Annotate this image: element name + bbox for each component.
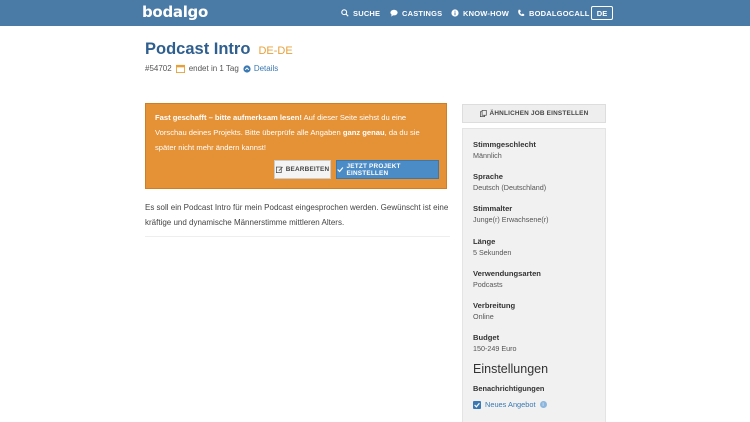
nav-castings-label: CASTINGS: [402, 8, 443, 18]
settings-heading: Einstellungen: [473, 362, 549, 376]
details-link-label: Details: [253, 64, 279, 73]
calendar-icon: [175, 64, 185, 73]
content-divider: [145, 236, 450, 237]
new-offer-label: Neues Angebot: [485, 400, 536, 409]
phone-icon: [518, 9, 525, 16]
details-link[interactable]: Details: [243, 64, 278, 73]
nav-search-label: SUCHE: [353, 8, 381, 18]
field-value-distribution: Online: [473, 312, 494, 321]
check-icon: [337, 167, 344, 173]
job-ends: endet in 1 Tag: [188, 64, 239, 73]
page-title: Podcast Intro: [145, 40, 251, 58]
field-label-budget: Budget: [473, 333, 500, 342]
field-label-voice-gender: Stimmgeschlecht: [473, 140, 536, 149]
field-label-usage: Verwendungsarten: [473, 269, 541, 278]
field-value-voice-gender: Männlich: [473, 151, 502, 160]
bodalgo-logo[interactable]: bodalgo: [142, 3, 208, 21]
submit-project-button[interactable]: JETZT PROJEKT EINSTELLEN: [336, 160, 439, 179]
nav-bodalgocall[interactable]: BODALGOCALL: [517, 0, 590, 26]
nav-know-how[interactable]: KNOW-HOW: [451, 0, 509, 26]
notifications-label: Benachrichtigungen: [473, 384, 545, 393]
field-value-budget: 150-249 Euro: [473, 344, 517, 353]
nav-castings[interactable]: CASTINGS: [390, 0, 442, 26]
info-icon[interactable]: i: [539, 401, 547, 408]
submit-project-label: JETZT PROJEKT EINSTELLEN: [346, 162, 401, 177]
edit-button[interactable]: BEARBEITEN: [274, 160, 331, 179]
language-selector[interactable]: DE: [591, 6, 613, 20]
language-code: DE-DE: [258, 45, 293, 57]
alert-strong-intro: Fast geschafft – bitte aufmerksam lesen!: [155, 113, 302, 122]
copy-icon: [479, 110, 487, 117]
alert-strong-emphasis: ganz genau: [342, 128, 385, 137]
chevron-up-circle-icon: [243, 64, 251, 73]
nav-search[interactable]: SUCHE: [341, 0, 380, 26]
edit-icon: [275, 166, 283, 173]
new-offer-checkbox[interactable]: [473, 400, 481, 409]
similar-job-label: ÄHNLICHEN JOB EINSTELLEN: [489, 110, 589, 117]
nav-know-how-label: KNOW-HOW: [463, 8, 510, 18]
chat-icon: [390, 9, 398, 17]
checkmark-icon: [474, 402, 480, 408]
field-value-voice-age: Junge(r) Erwachsene(r): [473, 215, 549, 224]
job-id: #54702: [145, 64, 172, 73]
similar-job-button[interactable]: ÄHNLICHEN JOB EINSTELLEN: [462, 104, 606, 123]
top-navbar: bodalgo SUCHE CASTINGS KNOW-HOW BODALGOC…: [0, 0, 750, 26]
search-icon: [341, 9, 349, 17]
info-icon: [451, 9, 459, 17]
field-label-language: Sprache: [473, 172, 503, 181]
field-value-language: Deutsch (Deutschland): [473, 183, 547, 192]
edit-button-label: BEARBEITEN: [285, 166, 330, 173]
field-value-length: 5 Sekunden: [473, 248, 512, 257]
field-value-usage: Podcasts: [473, 280, 503, 289]
field-label-distribution: Verbreitung: [473, 301, 516, 310]
field-label-length: Länge: [473, 237, 496, 246]
new-offer-checkbox-row[interactable]: Neues Angebot i: [473, 400, 547, 409]
nav-bodalgocall-label: BODALGOCALL: [529, 8, 590, 18]
page-title-row: Podcast Intro DE-DE: [145, 40, 293, 59]
field-label-voice-age: Stimmalter: [473, 204, 513, 213]
job-description: Es soll ein Podcast Intro für mein Podca…: [145, 203, 449, 227]
job-meta: #54702 endet in 1 Tag Details: [145, 64, 278, 73]
